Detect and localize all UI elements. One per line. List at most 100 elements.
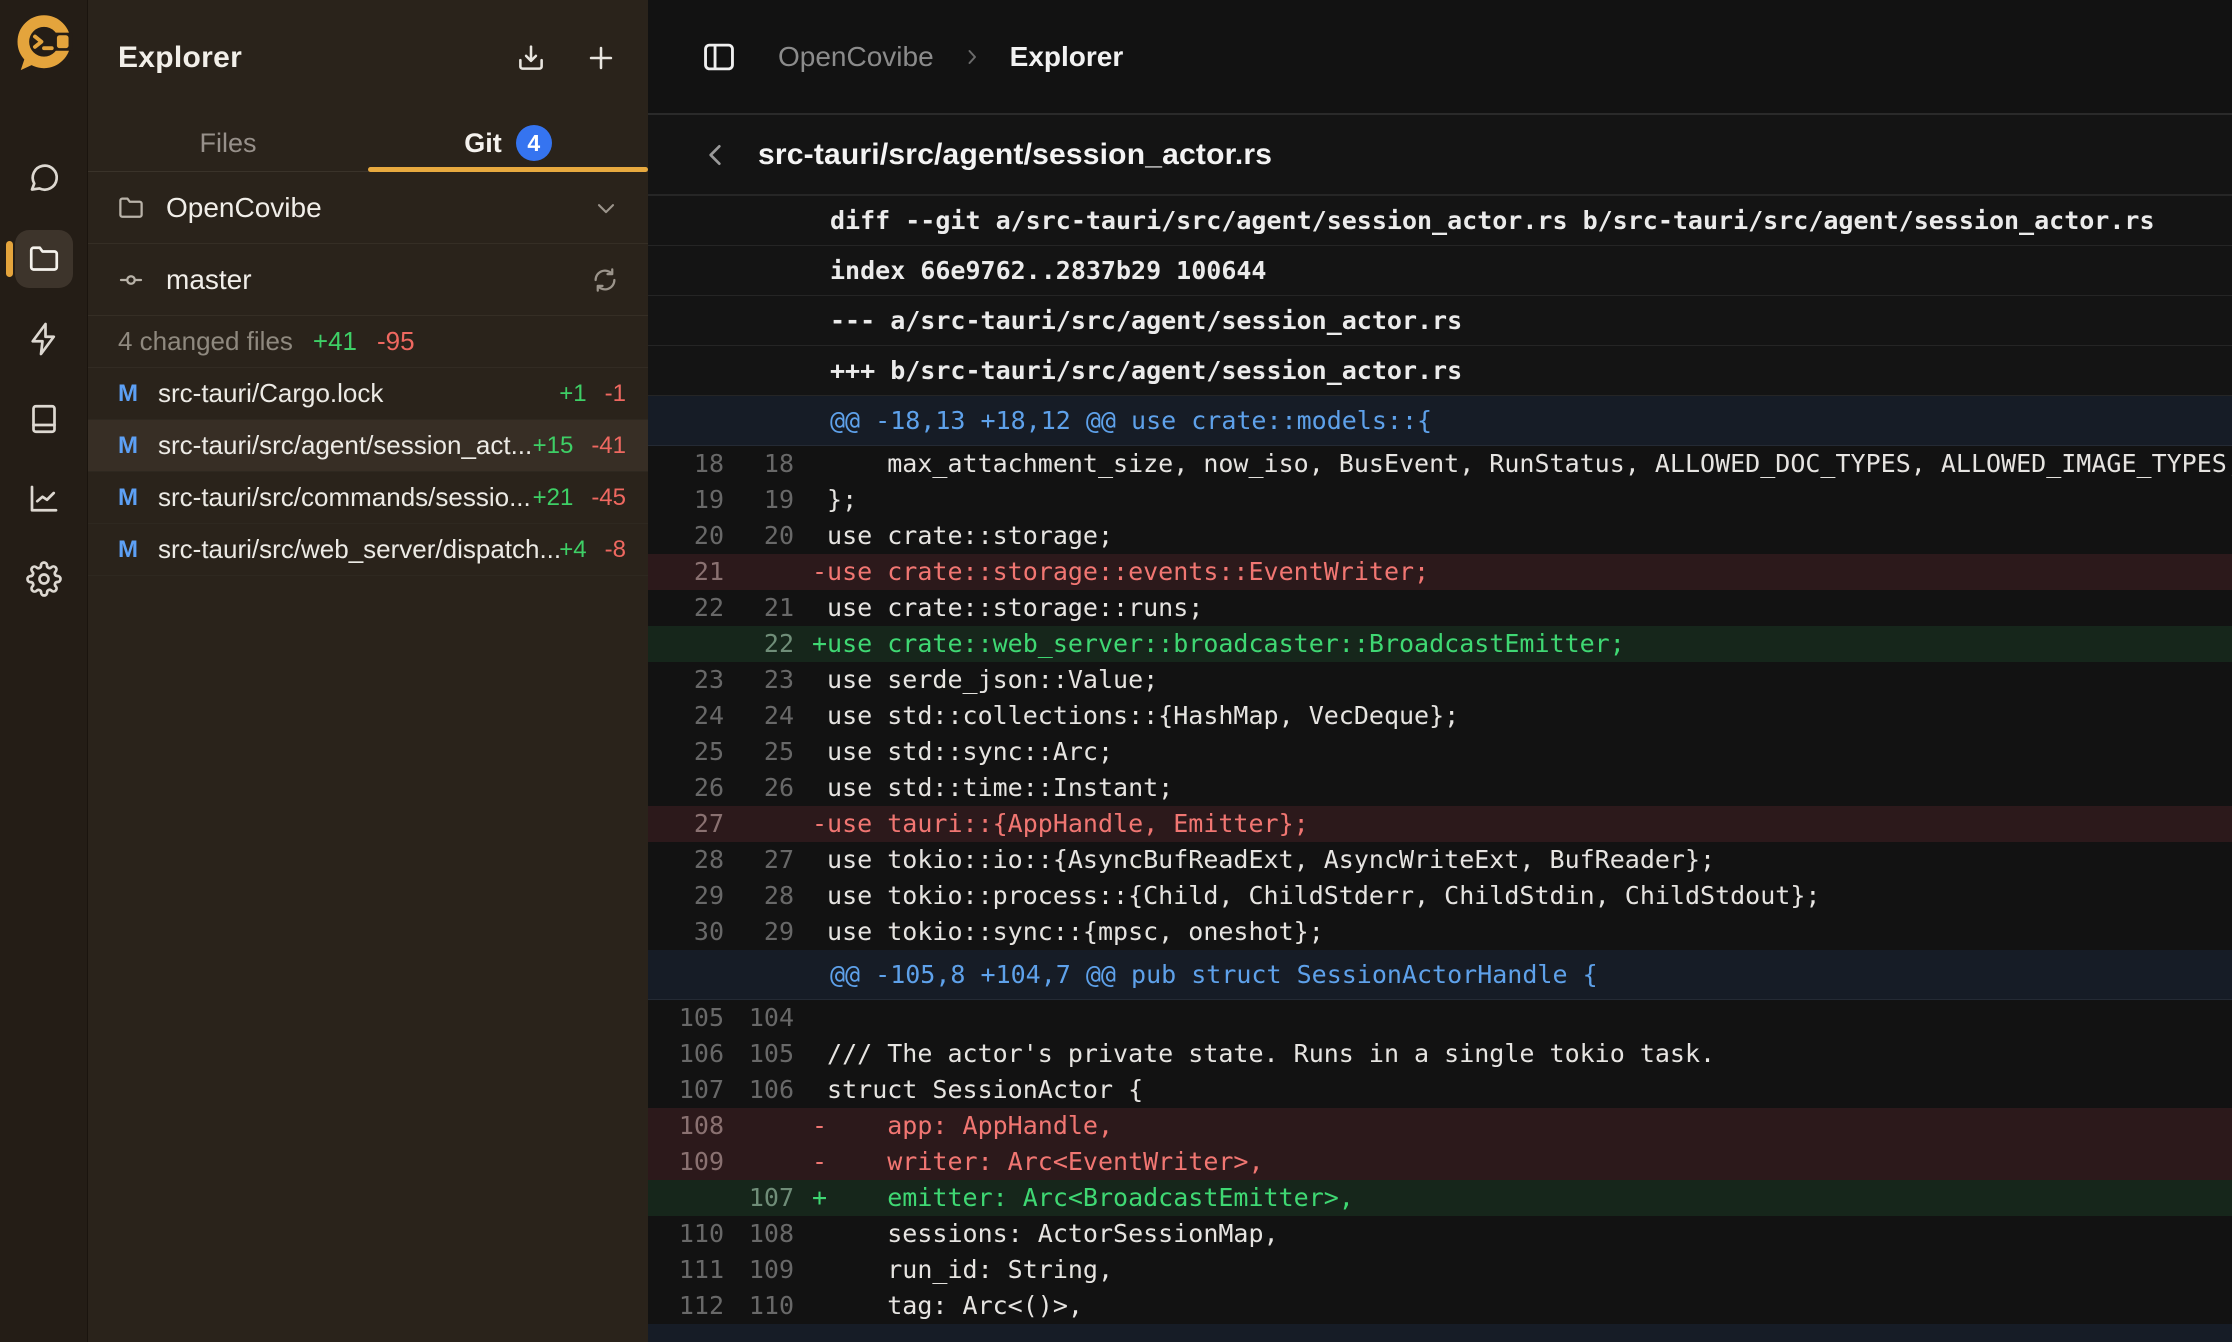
book-icon — [26, 401, 62, 437]
old-line-number: 29 — [648, 878, 724, 914]
file-additions: +4 — [559, 536, 586, 564]
diff-meta-row: index 66e9762..2837b29 100644 — [648, 246, 2232, 296]
diff-code-row: 105104 — [648, 1000, 2232, 1036]
code-text: - app: AppHandle, — [794, 1108, 1113, 1144]
breadcrumb-project[interactable]: OpenCovibe — [778, 41, 934, 73]
rail-item-analytics[interactable] — [15, 470, 73, 528]
folder-icon — [26, 241, 62, 277]
chevron-down-icon[interactable] — [592, 194, 620, 222]
new-line-number — [724, 1108, 794, 1144]
file-status-badge: M — [118, 432, 158, 460]
new-line-number — [724, 1144, 794, 1180]
branch-row[interactable]: master — [88, 244, 648, 316]
diff-code-row: 22+use crate::web_server::broadcaster::B… — [648, 626, 2232, 662]
refresh-icon[interactable] — [590, 265, 620, 295]
changed-file-row[interactable]: M src-tauri/src/agent/session_act... +15… — [88, 420, 648, 472]
project-row[interactable]: OpenCovibe — [88, 172, 648, 244]
diff-code-row: 109- writer: Arc<EventWriter>, — [648, 1144, 2232, 1180]
code-text: - writer: Arc<EventWriter>, — [794, 1144, 1264, 1180]
old-line-number — [648, 626, 724, 662]
rail-item-chat[interactable] — [15, 150, 73, 208]
project-name: OpenCovibe — [166, 192, 322, 224]
old-line-number: 21 — [648, 554, 724, 590]
download-icon[interactable] — [514, 41, 548, 75]
old-line-number: 19 — [648, 482, 724, 518]
changed-files-list: M src-tauri/Cargo.lock +1 -1 M src-tauri… — [88, 368, 648, 576]
code-text: tag: Arc<()>, — [794, 1288, 1083, 1324]
code-text: use tokio::sync::{mpsc, oneshot}; — [794, 914, 1324, 950]
add-icon[interactable] — [584, 41, 618, 75]
file-status-badge: M — [118, 536, 158, 564]
new-line-number: 26 — [724, 770, 794, 806]
new-line-number: 23 — [724, 662, 794, 698]
changed-file-row[interactable]: M src-tauri/Cargo.lock +1 -1 — [88, 368, 648, 420]
old-line-number: 105 — [648, 1000, 724, 1036]
code-text: use crate::storage; — [794, 518, 1113, 554]
old-line-number: 30 — [648, 914, 724, 950]
rail-item-actions[interactable] — [15, 310, 73, 368]
code-text: /// The actor's private state. Runs in a… — [794, 1036, 1715, 1072]
new-line-number: 22 — [724, 626, 794, 662]
sidebar-title: Explorer — [118, 41, 514, 75]
rail-item-docs[interactable] — [15, 390, 73, 448]
new-line-number: 109 — [724, 1252, 794, 1288]
code-text: max_attachment_size, now_iso, BusEvent, … — [794, 446, 2232, 482]
back-icon[interactable] — [700, 139, 732, 171]
file-deletions: -45 — [591, 484, 626, 512]
file-additions: +21 — [533, 484, 574, 512]
diff-code-row: 107+ emitter: Arc<BroadcastEmitter>, — [648, 1180, 2232, 1216]
code-text: use serde_json::Value; — [794, 662, 1158, 698]
code-text: use std::time::Instant; — [794, 770, 1173, 806]
folder-small-icon — [116, 193, 146, 223]
diff-code-row: 108 - app: AppHandle, — [648, 1108, 2232, 1144]
total-deletions: -95 — [377, 326, 415, 357]
rail-item-settings[interactable] — [15, 550, 73, 608]
sidebar-tabs: Files Git 4 — [88, 115, 648, 172]
diff-code-row: 1818 max_attachment_size, now_iso, BusEv… — [648, 446, 2232, 482]
file-name: src-tauri/Cargo.lock — [158, 378, 559, 409]
new-line-number: 108 — [724, 1216, 794, 1252]
diff-code-row: 1919 }; — [648, 482, 2232, 518]
icon-rail — [0, 0, 88, 1342]
old-line-number: 108 — [648, 1108, 724, 1144]
old-line-number: 111 — [648, 1252, 724, 1288]
git-changes-badge: 4 — [516, 125, 552, 161]
sidebar-toggle-icon[interactable] — [700, 38, 738, 76]
old-line-number: 24 — [648, 698, 724, 734]
old-line-number: 22 — [648, 590, 724, 626]
new-line-number — [724, 554, 794, 590]
code-text: use std::sync::Arc; — [794, 734, 1113, 770]
explorer-sidebar: Explorer Files Git 4 — [88, 0, 648, 1342]
tab-git[interactable]: Git 4 — [368, 115, 648, 171]
file-additions: +1 — [559, 380, 586, 408]
diff-code-row: 2020 use crate::storage; — [648, 518, 2232, 554]
tab-files[interactable]: Files — [88, 115, 368, 171]
old-line-number: 112 — [648, 1288, 724, 1324]
diff-file-header: src-tauri/src/agent/session_actor.rs — [648, 115, 2232, 196]
code-text — [794, 1000, 812, 1036]
new-line-number — [724, 806, 794, 842]
branch-icon — [116, 265, 146, 295]
diff-code-row: 2424 use std::collections::{HashMap, Vec… — [648, 698, 2232, 734]
new-line-number: 20 — [724, 518, 794, 554]
diff-code-row: 110108 sessions: ActorSessionMap, — [648, 1216, 2232, 1252]
code-text: -use crate::storage::events::EventWriter… — [794, 554, 1429, 590]
old-line-number: 28 — [648, 842, 724, 878]
new-line-number: 28 — [724, 878, 794, 914]
code-text: use tokio::process::{Child, ChildStderr,… — [794, 878, 1820, 914]
code-text: use crate::storage::runs; — [794, 590, 1203, 626]
code-text: sessions: ActorSessionMap, — [794, 1216, 1279, 1252]
file-name: src-tauri/src/web_server/dispatch... — [158, 534, 559, 565]
diff-hunk-header: @@ -105,8 +104,7 @@ pub struct SessionAc… — [648, 950, 2232, 1000]
rail-item-files[interactable] — [15, 230, 73, 288]
diff-code-row: 112110 tag: Arc<()>, — [648, 1288, 2232, 1324]
new-line-number: 105 — [724, 1036, 794, 1072]
changed-file-row[interactable]: M src-tauri/src/web_server/dispatch... +… — [88, 524, 648, 576]
total-additions: +41 — [313, 326, 357, 357]
code-text: }; — [794, 482, 857, 518]
file-additions: +15 — [533, 432, 574, 460]
changed-file-row[interactable]: M src-tauri/src/commands/sessio... +21 -… — [88, 472, 648, 524]
lightning-icon — [26, 321, 62, 357]
gear-icon — [26, 561, 62, 597]
code-text: use tokio::io::{AsyncBufReadExt, AsyncWr… — [794, 842, 1715, 878]
